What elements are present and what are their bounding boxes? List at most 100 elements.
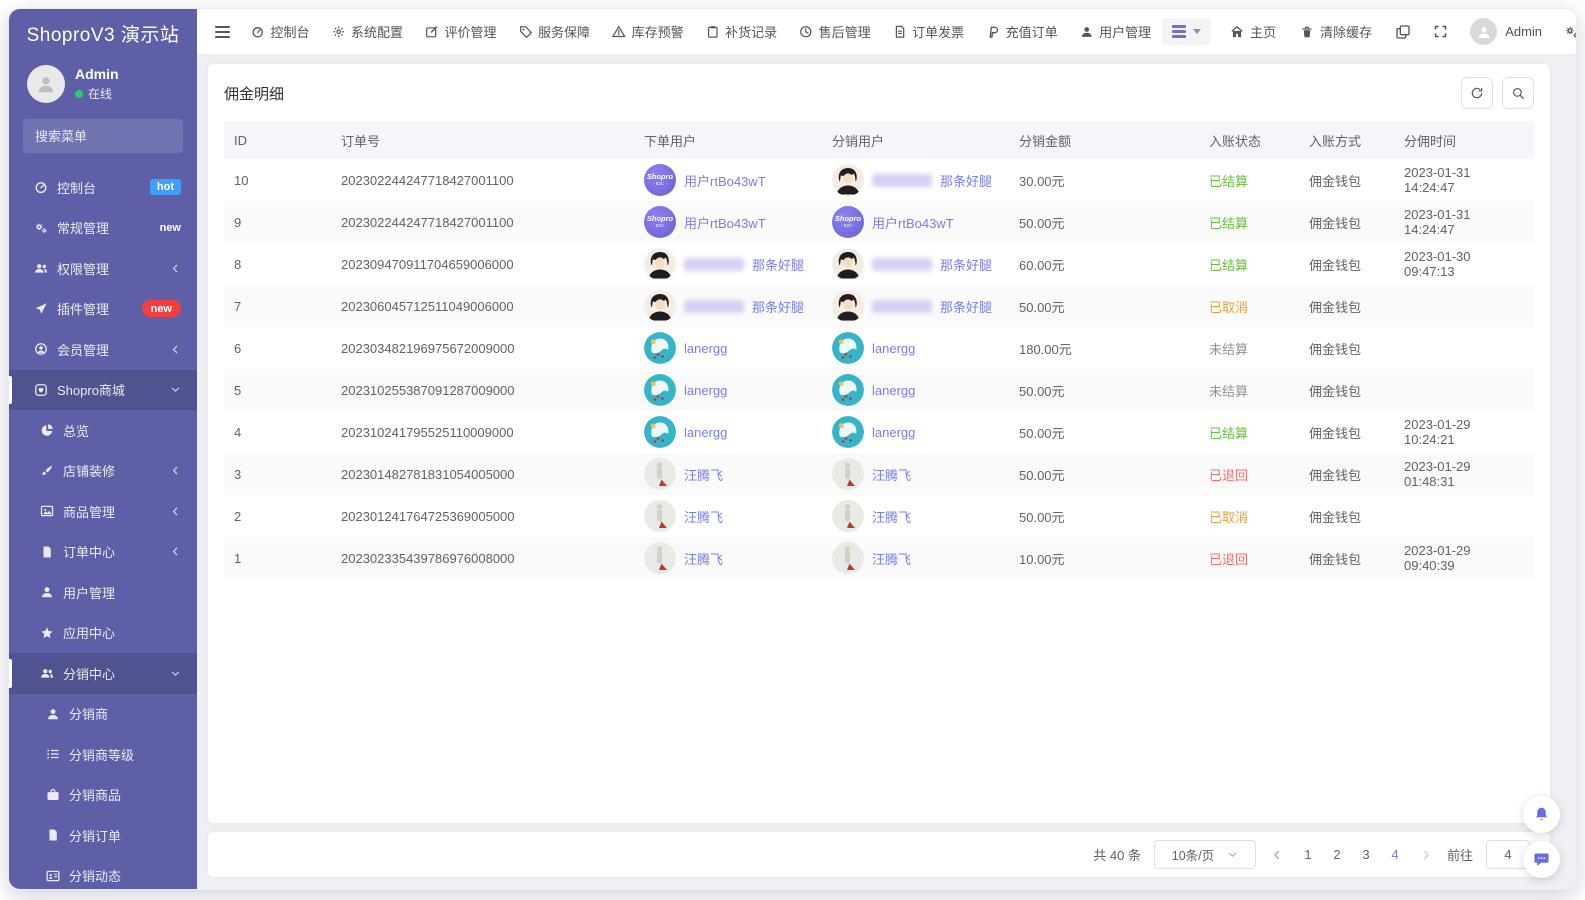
- topnav-tab[interactable]: 售后管理: [788, 9, 882, 54]
- clipboard-icon: [706, 25, 720, 39]
- sidebar-item[interactable]: 商品管理: [9, 491, 197, 532]
- username-link[interactable]: 汪腾飞: [684, 549, 723, 568]
- admin-menu[interactable]: Admin: [1460, 18, 1552, 45]
- page-number-button[interactable]: 2: [1327, 847, 1347, 862]
- home-button[interactable]: 主页: [1219, 9, 1287, 54]
- list-icon: [46, 747, 60, 761]
- blurred-name: [872, 258, 932, 271]
- language-button[interactable]: [1385, 9, 1421, 54]
- username-link[interactable]: lanergg: [684, 383, 727, 398]
- username-link[interactable]: 汪腾飞: [684, 507, 723, 526]
- topnav-tab[interactable]: 评价管理: [414, 9, 508, 54]
- sidebar-item[interactable]: 分销商等级: [9, 734, 197, 775]
- topnav-tab[interactable]: 补货记录: [695, 9, 789, 54]
- menu-search-input[interactable]: [35, 129, 197, 144]
- menu-search[interactable]: [23, 119, 183, 153]
- cell-method: 佣金钱包: [1299, 537, 1394, 579]
- username-link[interactable]: 那条好腿: [752, 255, 804, 274]
- topnav-tab[interactable]: 控制台: [240, 9, 321, 54]
- username-link[interactable]: 用户rtBo43wT: [872, 213, 954, 232]
- topnav-tab[interactable]: 订单发票: [882, 9, 976, 54]
- settings-button[interactable]: [1554, 9, 1577, 54]
- username-link[interactable]: 那条好腿: [940, 255, 992, 274]
- sidebar-item[interactable]: 分销订单: [9, 815, 197, 856]
- sidebar-item[interactable]: 分销中心: [9, 653, 197, 694]
- sidebar-item[interactable]: 插件管理new: [9, 289, 197, 330]
- status-badge: 已取消: [1209, 300, 1248, 315]
- notifications-fab[interactable]: [1523, 796, 1560, 833]
- username-link[interactable]: lanergg: [872, 341, 915, 356]
- person-icon: [1476, 24, 1492, 40]
- status-badge: 未结算: [1209, 342, 1248, 357]
- username-link[interactable]: 用户rtBo43wT: [684, 213, 766, 232]
- topbar-right: 主页 清除缓存 Admin: [1162, 9, 1577, 54]
- user-avatar: [832, 164, 864, 196]
- username-link[interactable]: 用户rtBo43wT: [684, 171, 766, 190]
- prev-page-button[interactable]: [1269, 849, 1285, 861]
- sidebar-item-label: 常规管理: [57, 218, 160, 237]
- sidebar-item[interactable]: 分销商: [9, 694, 197, 735]
- username-link[interactable]: lanergg: [872, 425, 915, 440]
- topnav-tab[interactable]: 充值订单: [975, 9, 1069, 54]
- cell-method: 佣金钱包: [1299, 411, 1394, 453]
- topnav-tab[interactable]: 服务保障: [508, 9, 602, 54]
- sidebar-item[interactable]: 分销动态: [9, 856, 197, 890]
- search-button[interactable]: [1502, 77, 1534, 109]
- floating-buttons: [1523, 796, 1560, 878]
- username-link[interactable]: 汪腾飞: [684, 465, 723, 484]
- page-size-select[interactable]: 10条/页: [1154, 840, 1256, 869]
- user-avatar: [644, 332, 676, 364]
- chat-fab[interactable]: [1523, 841, 1560, 878]
- sidebar-item[interactable]: 用户管理: [9, 572, 197, 613]
- sidebar-item-label: 权限管理: [57, 259, 170, 278]
- sidebar-item[interactable]: 权限管理: [9, 248, 197, 289]
- sidebar-item[interactable]: 总览: [9, 410, 197, 451]
- user-avatar: [644, 542, 676, 574]
- sidebar-item[interactable]: 会员管理: [9, 329, 197, 370]
- sidebar-item[interactable]: 订单中心: [9, 532, 197, 573]
- user-circle-icon: [34, 342, 48, 356]
- username-link[interactable]: 汪腾飞: [872, 549, 911, 568]
- sidebar-item[interactable]: 常规管理new: [9, 208, 197, 249]
- username-link[interactable]: 汪腾飞: [872, 507, 911, 526]
- tabs-dropdown-button[interactable]: [1162, 18, 1211, 45]
- refresh-button[interactable]: [1461, 77, 1493, 109]
- user-avatar: [644, 500, 676, 532]
- next-page-button[interactable]: [1418, 849, 1434, 861]
- username-link[interactable]: 那条好腿: [752, 297, 804, 316]
- fullscreen-button[interactable]: [1423, 9, 1458, 54]
- page-number-button[interactable]: 4: [1385, 847, 1405, 862]
- clear-cache-button[interactable]: 清除缓存: [1289, 9, 1383, 54]
- cell-referrer: 那条好腿: [822, 285, 1009, 327]
- sidebar-item[interactable]: 店铺装修: [9, 451, 197, 492]
- shopro-avatar: Shopro· B2C ·: [832, 206, 864, 238]
- column-header: 入账状态: [1199, 121, 1299, 159]
- username-link[interactable]: lanergg: [684, 425, 727, 440]
- sidebar-item-label: 店铺装修: [63, 461, 170, 480]
- cell-referrer: 那条好腿: [822, 243, 1009, 285]
- page-number-button[interactable]: 3: [1356, 847, 1376, 862]
- table-row: 3202301482781831054005000汪腾飞汪腾飞50.00元已退回…: [224, 453, 1534, 495]
- collapse-menu-icon[interactable]: [205, 20, 240, 44]
- topnav-tab[interactable]: 库存预警: [601, 9, 695, 54]
- username-link[interactable]: lanergg: [684, 341, 727, 356]
- sidebar-item[interactable]: 应用中心: [9, 613, 197, 654]
- page-number-button[interactable]: 1: [1298, 847, 1318, 862]
- username-link[interactable]: 那条好腿: [940, 297, 992, 316]
- gauge-icon: [34, 180, 48, 194]
- cell-buyer: Shopro· B2C ·用户rtBo43wT: [634, 201, 822, 243]
- sidebar-item[interactable]: Shopro商城: [9, 370, 197, 411]
- topnav-tab[interactable]: 用户管理: [1069, 9, 1163, 54]
- topnav-tab[interactable]: 系统配置: [321, 9, 415, 54]
- chevron-left-icon: [1271, 849, 1283, 861]
- cell-amount: 50.00元: [1009, 285, 1199, 327]
- sidebar-user-block[interactable]: Admin 在线: [9, 57, 197, 107]
- sidebar-item[interactable]: 分销商品: [9, 775, 197, 816]
- cell-referrer: 汪腾飞: [822, 495, 1009, 537]
- total-count: 共 40 条: [1093, 845, 1141, 864]
- username-link[interactable]: 那条好腿: [940, 171, 992, 190]
- username-link[interactable]: 汪腾飞: [872, 465, 911, 484]
- sidebar-item[interactable]: 控制台hot: [9, 167, 197, 208]
- username-link[interactable]: lanergg: [872, 383, 915, 398]
- cell-time: [1394, 369, 1534, 411]
